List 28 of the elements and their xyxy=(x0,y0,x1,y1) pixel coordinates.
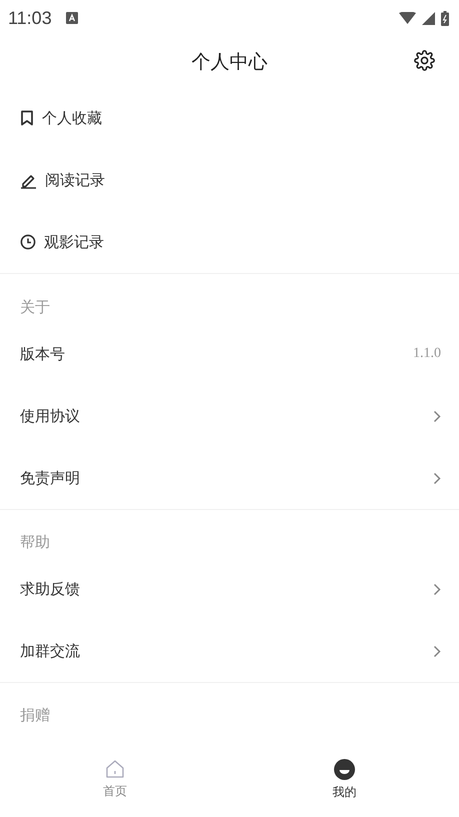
menu-item[interactable]: 免责声明 xyxy=(0,447,459,509)
chevron-right-icon xyxy=(433,410,441,422)
section-title: 捐赠 xyxy=(20,706,50,725)
home-icon xyxy=(104,759,125,779)
status-time: 11:03 xyxy=(8,8,52,28)
tab[interactable]: 首页 xyxy=(0,751,230,817)
section-title: 关于 xyxy=(20,298,50,317)
menu-item[interactable]: 求助反馈 xyxy=(0,558,459,620)
signal-icon xyxy=(422,12,435,24)
info-row-text: 版本号 1.1.0 xyxy=(19,344,442,364)
menu-item[interactable]: 使用协议 xyxy=(0,385,459,447)
page-title: 个人中心 xyxy=(192,50,268,74)
section-title: 帮助 xyxy=(20,533,50,552)
smiley-icon xyxy=(334,758,355,780)
bookmark-icon xyxy=(20,110,34,126)
menu-item[interactable]: 阅读记录 xyxy=(0,149,459,211)
clock-icon xyxy=(20,234,36,250)
wifi-icon xyxy=(399,12,416,24)
settings-icon[interactable] xyxy=(414,50,435,71)
chevron-right-icon xyxy=(433,582,441,596)
menu-item[interactable]: 加群交流 xyxy=(0,620,459,682)
tab[interactable]: 我的 xyxy=(230,751,459,817)
chevron-right-icon xyxy=(433,472,441,484)
battery-icon xyxy=(441,10,449,26)
notification-icon xyxy=(66,12,78,24)
chevron-right-icon xyxy=(433,644,441,658)
menu-item[interactable]: 个人收藏 xyxy=(0,87,459,149)
menu-item[interactable]: 观影记录 xyxy=(0,211,459,273)
